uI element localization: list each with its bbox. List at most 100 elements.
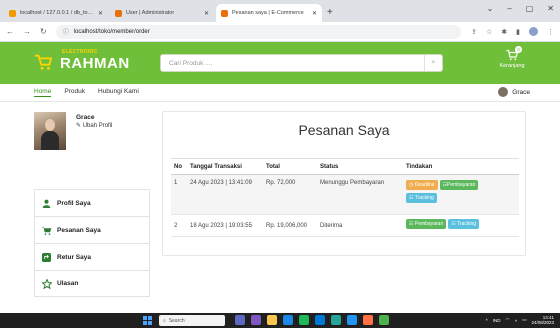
profile-photo (34, 112, 66, 150)
spotify-icon[interactable] (299, 315, 309, 325)
edit-profile-link[interactable]: ✎ Ubah Profil (76, 122, 112, 129)
nav-produk[interactable]: Produk (64, 88, 85, 97)
avatar (498, 87, 509, 97)
language-indicator[interactable]: IND (493, 318, 501, 323)
order-date: 18 Agu 2023 | 19:03:55 (187, 214, 263, 237)
cart-button[interactable]: 0 Keranjang (494, 46, 530, 69)
sidebar-icon[interactable]: ▮ (516, 28, 520, 36)
chevron-up-icon[interactable]: ^ (486, 318, 488, 323)
nav-home[interactable]: Home (34, 88, 52, 97)
search-bar: ⌕ (160, 54, 443, 72)
logo-name: RAHMAN (60, 55, 130, 72)
chrome-icon[interactable] (379, 315, 389, 325)
browser-tab-orders[interactable]: Pesanan saya | E-Commerce ✕ (216, 4, 322, 22)
tab-title: Pesanan saya | E-Commerce (232, 10, 304, 16)
browser-tab-admin[interactable]: User | Administrator ✕ (110, 4, 214, 22)
site-favicon-icon (115, 9, 122, 17)
new-tab-button[interactable]: + (327, 4, 333, 22)
payment-button[interactable]: ☷Pembayaran (439, 180, 479, 190)
edit-profile-label: Ubah Profil (82, 123, 113, 129)
search-icon[interactable]: ⌕ (424, 55, 442, 71)
app-icon[interactable] (331, 315, 341, 325)
table-header-row: No Tanggal Transaksi Total Status Tindak… (171, 158, 519, 175)
page-title: Pesanan Saya (298, 122, 390, 138)
user-icon (41, 198, 52, 208)
app-icon[interactable] (363, 315, 373, 325)
menu-item-retur-saya[interactable]: Retur Saya (34, 243, 150, 270)
tracking-button[interactable]: ☷ Tracking (406, 193, 437, 203)
browser-tabstrip: localhost / 127.0.0.1 / db_toko / ✕ User… (0, 0, 560, 22)
menu-item-pesanan-saya[interactable]: Pesanan Saya (34, 216, 150, 243)
search-input[interactable] (161, 55, 424, 71)
more-menu-icon[interactable]: ⋮ (547, 28, 554, 36)
order-no: 2 (171, 214, 187, 237)
clock[interactable]: 13:41 24/08/2023 (531, 315, 554, 325)
list-icon: ☷ (451, 221, 456, 227)
account-menu: Profil Saya Pesanan Saya Retur Saya Ulas… (34, 189, 150, 297)
menu-label: Pesanan Saya (57, 226, 101, 234)
bookmark-star-icon[interactable]: ☆ (486, 28, 492, 36)
url-field[interactable]: ⓘ localhost/toko/member/order (55, 24, 462, 39)
orders-card: Pesanan Saya No Tanggal Transaksi Total … (162, 111, 526, 256)
cart-label: Keranjang (499, 63, 525, 69)
task-view-icon[interactable] (235, 315, 245, 325)
back-icon[interactable]: ← (6, 27, 14, 36)
extensions-icon[interactable]: ✱ (501, 28, 507, 36)
site-logo[interactable]: ELECTRONIC RAHMAN (34, 47, 129, 79)
share-icon[interactable]: ⇪ (471, 28, 477, 36)
order-date: 24 Agu 2023 | 13:41:09 (187, 174, 263, 215)
clock-icon: ◷ (409, 182, 414, 188)
deadline-button[interactable]: ◷ Deadline (406, 180, 438, 190)
user-name: Grace (512, 88, 530, 96)
star-icon (41, 278, 52, 289)
battery-icon[interactable]: ▭ (522, 317, 526, 323)
pencil-icon: ✎ (76, 123, 82, 129)
order-total: Rp. 19,006,000 (263, 214, 317, 237)
system-tray: ^ IND ◠ ◖ ▭ 13:41 24/08/2023 (486, 315, 554, 325)
wifi-icon[interactable]: ◠ (506, 317, 510, 323)
info-icon[interactable]: ⓘ (63, 27, 69, 36)
column-header: Tindakan (403, 158, 519, 175)
vscode-icon[interactable] (347, 315, 357, 325)
profile-avatar-icon[interactable] (529, 27, 538, 36)
menu-label: Retur Saya (57, 253, 91, 261)
reload-icon[interactable]: ↻ (40, 27, 47, 36)
close-window-icon[interactable]: ✕ (547, 4, 554, 13)
site-favicon-icon (221, 9, 228, 17)
tracking-button[interactable]: ☷ Tracking (448, 219, 480, 229)
maximize-icon[interactable]: ▢ (526, 4, 534, 13)
window-controls: ⌄ – ▢ ✕ (487, 4, 554, 13)
close-icon[interactable]: ✕ (312, 10, 317, 17)
cart-count-badge: 0 (515, 46, 522, 53)
user-menu[interactable]: Grace (498, 87, 530, 97)
file-explorer-icon[interactable] (267, 315, 277, 325)
taskbar-search-label: Search (168, 317, 185, 324)
menu-label: Profil Saya (57, 199, 91, 207)
payment-button[interactable]: ☷ Pembayaran (406, 219, 447, 229)
site-header: ELECTRONIC RAHMAN ⌕ 0 Keranjang (0, 42, 560, 84)
menu-item-ulasan[interactable]: Ulasan (34, 270, 150, 297)
taskbar-search[interactable]: ⌕ Search (159, 315, 225, 326)
minimize-icon[interactable]: – (507, 4, 511, 13)
browser-tab-phpmyadmin[interactable]: localhost / 127.0.0.1 / db_toko / ✕ (4, 4, 108, 22)
phpmyadmin-favicon-icon (9, 9, 16, 17)
chevron-down-icon[interactable]: ⌄ (487, 4, 494, 13)
url-text: localhost/toko/member/order (73, 28, 150, 35)
forward-icon[interactable]: → (23, 27, 31, 36)
table-row: 1 24 Agu 2023 | 13:41:09 Rp. 72,000 Menu… (171, 174, 519, 215)
close-icon[interactable]: ✕ (204, 10, 209, 17)
table-row: 2 18 Agu 2023 | 19:03:55 Rp. 19,006,000 … (171, 214, 519, 237)
menu-item-profil-saya[interactable]: Profil Saya (34, 189, 150, 216)
windows-start-icon[interactable] (143, 316, 152, 325)
address-bar: ← → ↻ ⓘ localhost/toko/member/order ⇪ ☆ … (0, 22, 560, 42)
order-no: 1 (171, 174, 187, 215)
volume-icon[interactable]: ◖ (514, 318, 517, 323)
edge-icon[interactable] (283, 315, 293, 325)
store-icon[interactable] (315, 315, 325, 325)
site-nav: Home Produk Hubungi Kami Grace (0, 84, 560, 102)
chat-icon[interactable] (251, 315, 261, 325)
nav-hubungi-kami[interactable]: Hubungi Kami (98, 88, 139, 97)
browser-toolbar: ⇪ ☆ ✱ ▮ ⋮ (471, 27, 554, 36)
close-icon[interactable]: ✕ (98, 10, 103, 17)
order-actions: ◷ Deadline ☷Pembayaran ☷ Tracking (403, 174, 519, 215)
